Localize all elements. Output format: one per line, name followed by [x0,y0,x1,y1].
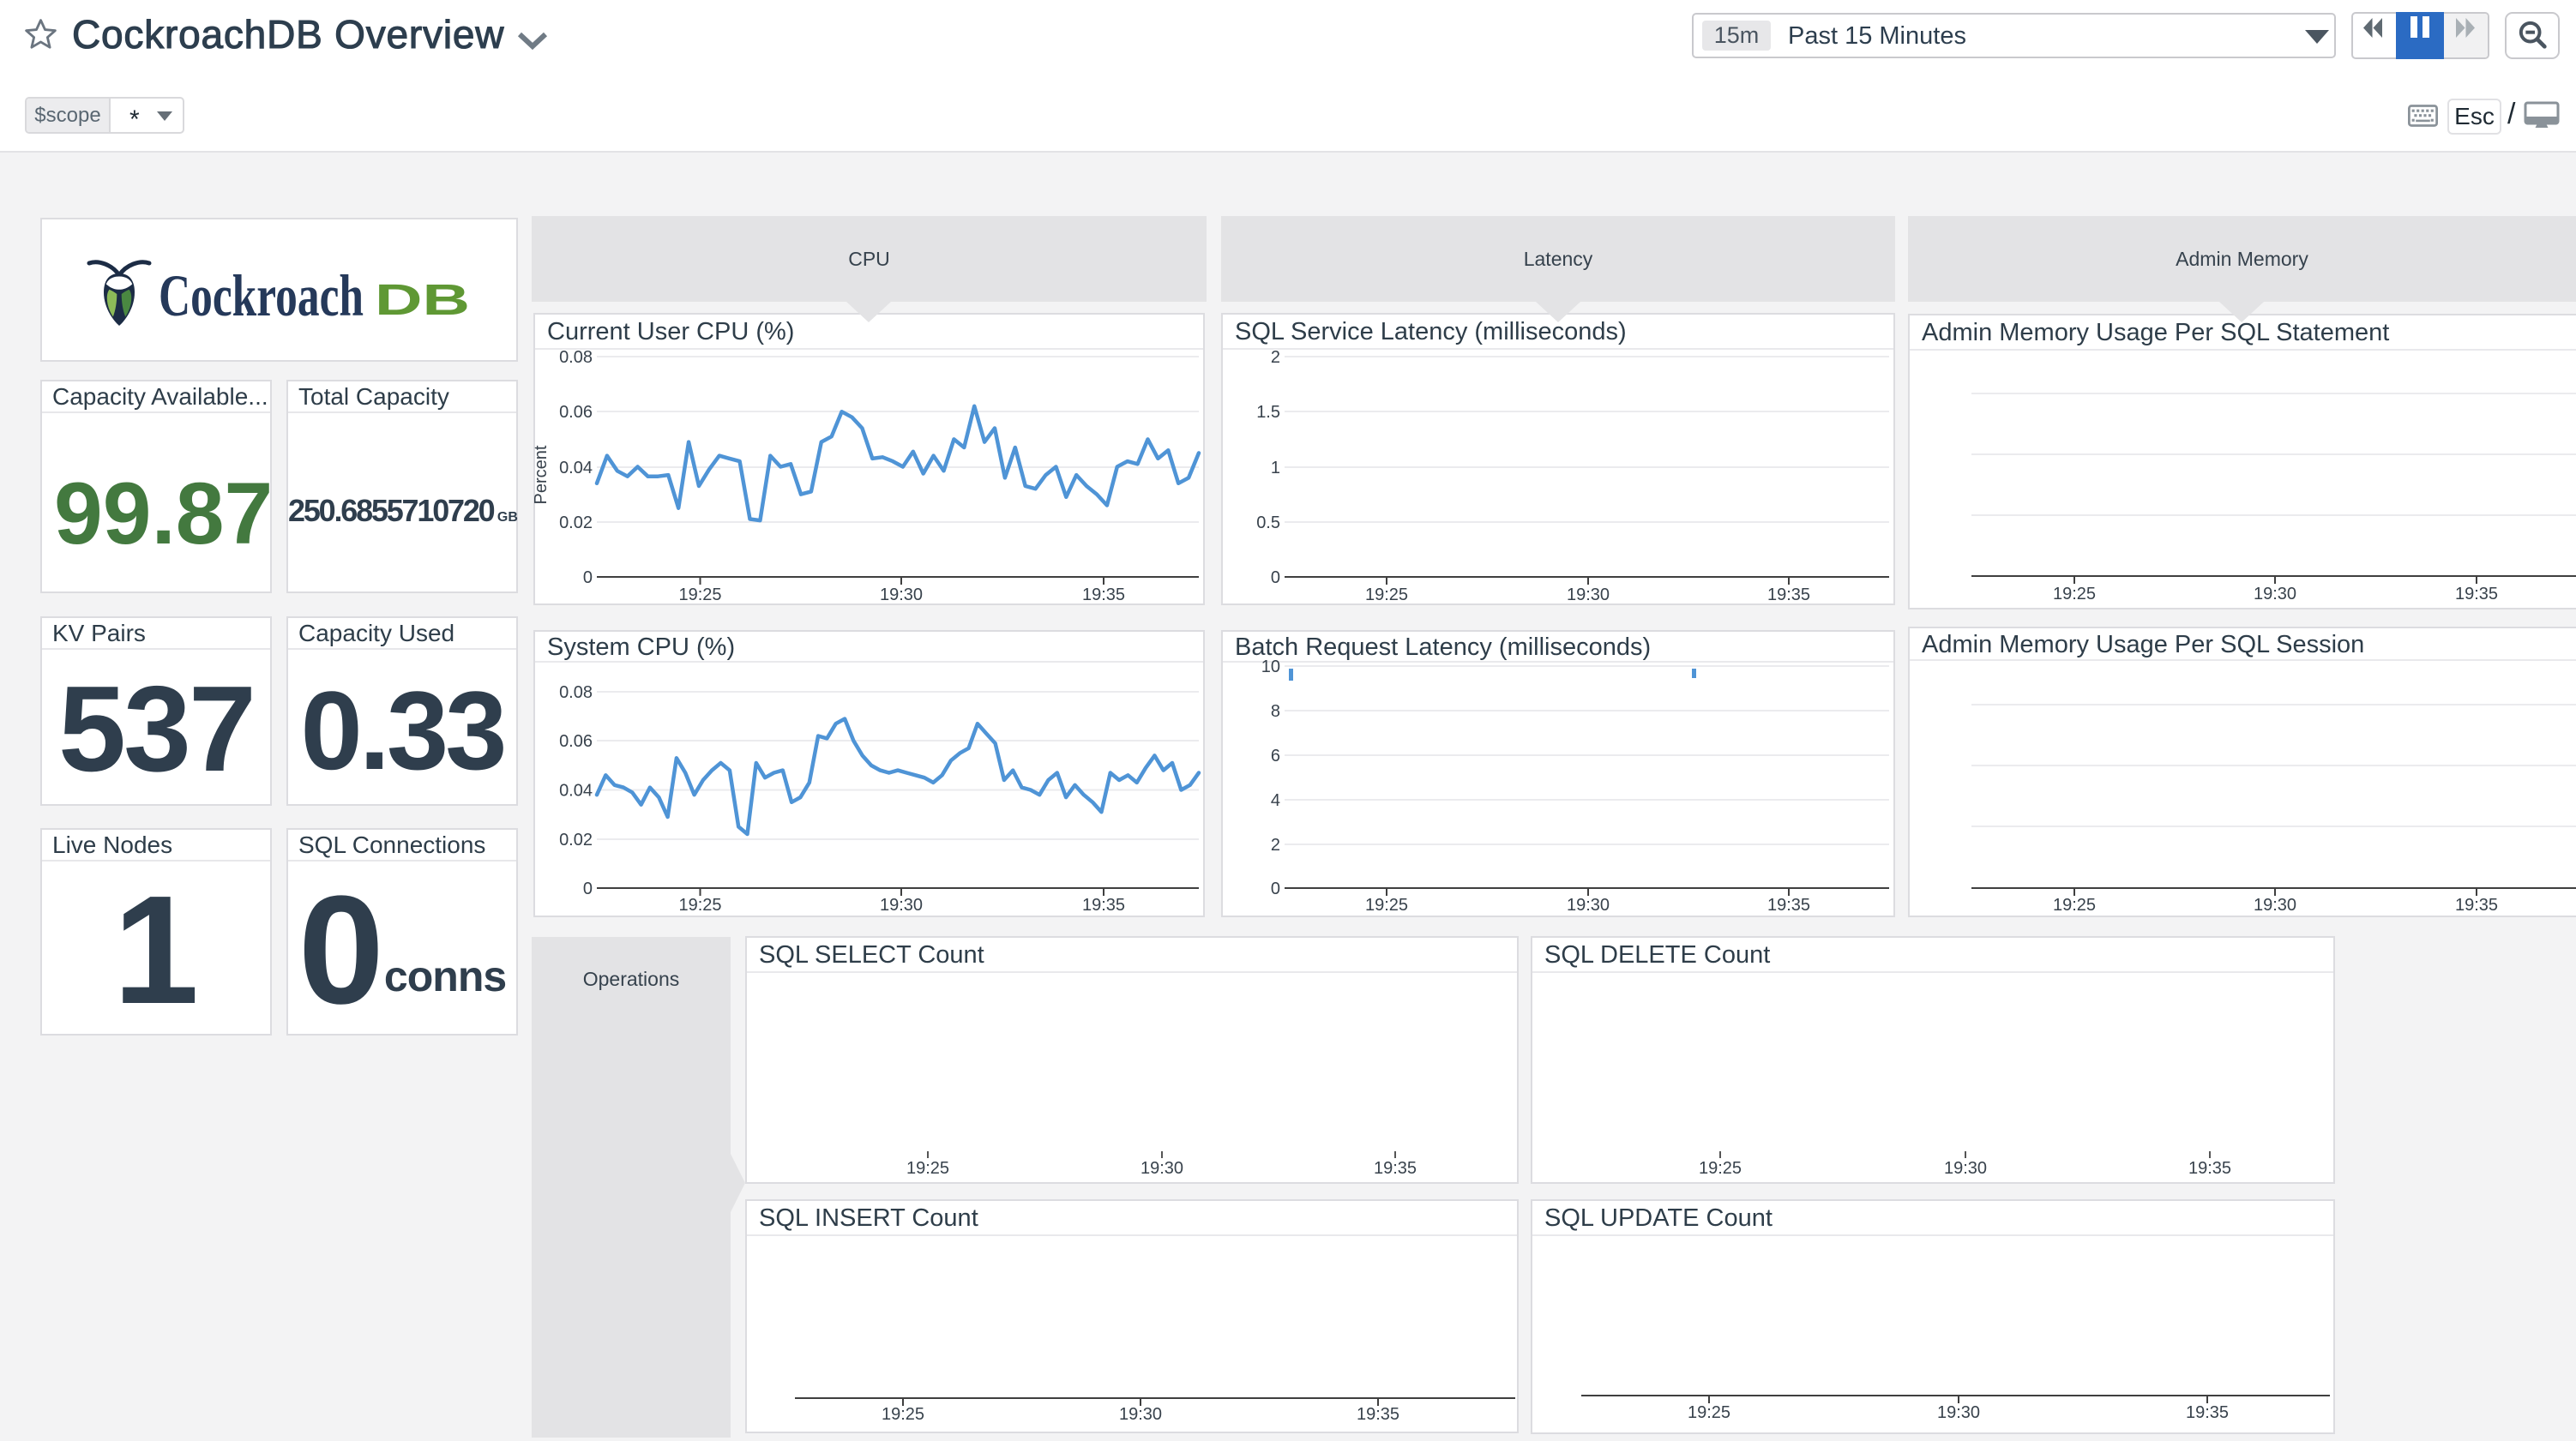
svg-text:1.5: 1.5 [1256,403,1280,422]
svg-text:6: 6 [1271,747,1280,766]
svg-text:0.06: 0.06 [559,403,593,422]
svg-text:19:25: 19:25 [1688,1403,1730,1422]
svg-text:19:25: 19:25 [678,896,721,915]
svg-text:2: 2 [1271,348,1280,367]
svg-text:19:35: 19:35 [2455,585,2498,603]
svg-text:19:35: 19:35 [2188,1159,2231,1178]
svg-text:19:25: 19:25 [1365,896,1408,915]
svg-text:0.02: 0.02 [559,831,593,850]
svg-text:19:25: 19:25 [1699,1159,1742,1178]
svg-text:10: 10 [1261,657,1280,676]
svg-text:19:30: 19:30 [1937,1403,1980,1422]
svg-text:0.08: 0.08 [559,348,593,367]
svg-text:19:25: 19:25 [678,585,721,604]
svg-text:19:30: 19:30 [1567,585,1610,604]
svg-text:19:30: 19:30 [880,896,923,915]
svg-text:19:35: 19:35 [2455,896,2498,915]
svg-text:2: 2 [1271,836,1280,855]
svg-text:19:25: 19:25 [2053,585,2096,603]
svg-text:0.04: 0.04 [559,459,593,477]
svg-text:0.02: 0.02 [559,513,593,532]
svg-text:0: 0 [583,568,593,587]
svg-text:0: 0 [1271,880,1280,898]
svg-text:19:30: 19:30 [880,585,923,604]
svg-text:19:35: 19:35 [1357,1405,1399,1424]
svg-text:0.08: 0.08 [559,683,593,702]
svg-text:19:30: 19:30 [1141,1159,1183,1178]
svg-text:0.04: 0.04 [559,782,593,801]
svg-text:19:30: 19:30 [1944,1159,1987,1178]
svg-text:19:25: 19:25 [1365,585,1408,604]
svg-text:19:35: 19:35 [1082,896,1125,915]
svg-text:19:25: 19:25 [906,1159,949,1178]
svg-text:19:30: 19:30 [2254,585,2296,603]
svg-text:1: 1 [1271,459,1280,477]
svg-text:19:25: 19:25 [2053,896,2096,915]
svg-text:19:35: 19:35 [1767,585,1810,604]
svg-text:0.5: 0.5 [1256,513,1280,532]
svg-text:Percent: Percent [532,445,551,504]
svg-text:DB: DB [375,275,470,324]
svg-text:19:30: 19:30 [1567,896,1610,915]
svg-text:8: 8 [1271,702,1280,721]
svg-text:19:30: 19:30 [1119,1405,1162,1424]
svg-text:Cockroach: Cockroach [159,263,364,328]
svg-text:0: 0 [1271,568,1280,587]
svg-text:0.06: 0.06 [559,732,593,751]
svg-text:19:35: 19:35 [1082,585,1125,604]
svg-text:19:30: 19:30 [2254,896,2296,915]
svg-text:19:35: 19:35 [1767,896,1810,915]
svg-text:19:35: 19:35 [1374,1159,1417,1178]
svg-text:19:35: 19:35 [2186,1403,2229,1422]
svg-text:0: 0 [583,880,593,898]
svg-text:4: 4 [1271,791,1280,810]
svg-text:19:25: 19:25 [882,1405,924,1424]
